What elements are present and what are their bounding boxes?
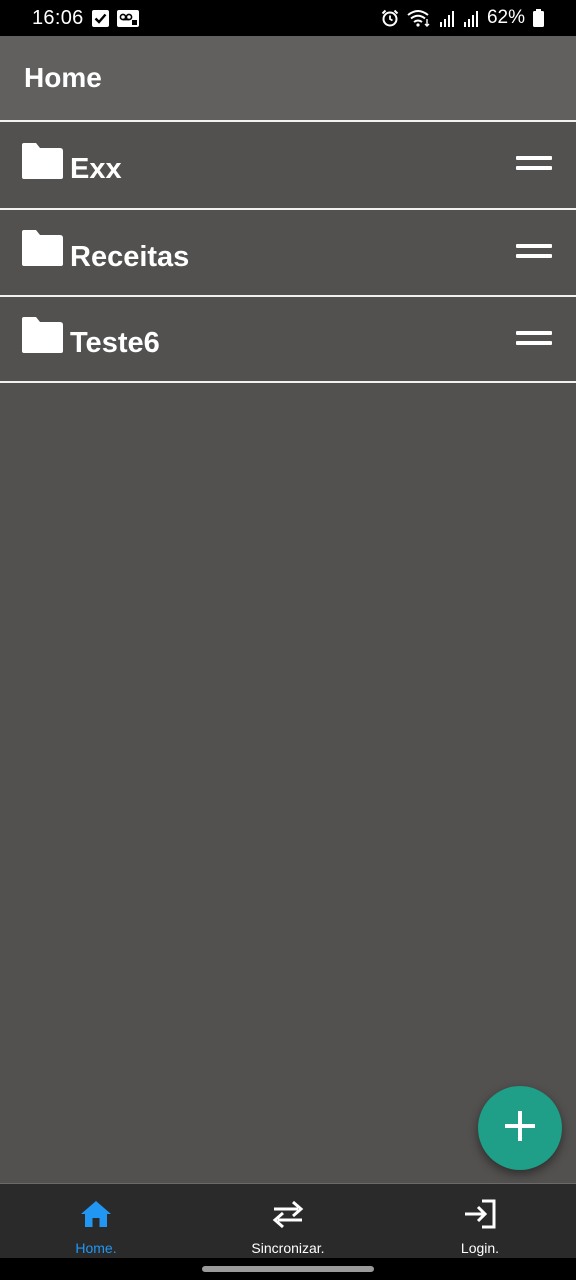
bottom-navigation: Home. Sincronizar. Login. (0, 1183, 576, 1258)
sync-icon (270, 1196, 306, 1232)
app-screen: 16:06 62% Home Exx Receitas Teste6 Home.… (0, 0, 576, 1280)
folder-icon (19, 142, 65, 180)
status-time: 16:06 (32, 6, 84, 29)
folder-item[interactable]: Exx (0, 120, 576, 208)
folder-item[interactable]: Teste6 (0, 295, 576, 383)
folder-name: Exx (70, 153, 122, 186)
folder-item[interactable]: Receitas (0, 207, 576, 296)
drag-handle-icon[interactable] (516, 156, 552, 172)
nav-label-login: Login. (460, 1240, 500, 1256)
battery-icon (533, 9, 544, 27)
folder-icon (19, 316, 65, 354)
home-icon (78, 1196, 114, 1232)
folder-list: Exx Receitas Teste6 (0, 120, 576, 383)
alarm-icon (381, 9, 399, 27)
voicemail-icon (116, 9, 139, 27)
nav-label-sync: Sincronizar. (251, 1240, 325, 1256)
folder-icon (19, 229, 65, 267)
drag-handle-icon[interactable] (516, 331, 552, 347)
signal-icon (463, 10, 479, 27)
folder-name: Receitas (70, 240, 190, 273)
status-bar: 16:06 62% (0, 0, 576, 36)
plus-icon (502, 1108, 538, 1149)
battery-percentage: 62% (486, 7, 525, 28)
status-left: 16:06 (32, 7, 139, 30)
nav-item-login[interactable]: Login. (384, 1184, 576, 1258)
app-bar: Home (0, 36, 576, 120)
home-gesture-pill[interactable] (202, 1266, 374, 1272)
login-icon (462, 1196, 498, 1232)
system-gesture-area (0, 1258, 576, 1280)
nav-label-home: Home. (75, 1240, 117, 1256)
folder-name: Teste6 (70, 327, 160, 360)
nav-item-sync[interactable]: Sincronizar. (192, 1184, 384, 1258)
wifi-icon (407, 9, 431, 27)
page-title: Home (24, 62, 102, 93)
signal-icon (439, 10, 455, 27)
nav-item-home[interactable]: Home. (0, 1184, 192, 1258)
drag-handle-icon[interactable] (516, 243, 552, 260)
status-right: 62% (381, 7, 544, 29)
checkbox-notification-icon (91, 9, 109, 27)
add-folder-button[interactable] (478, 1086, 562, 1170)
